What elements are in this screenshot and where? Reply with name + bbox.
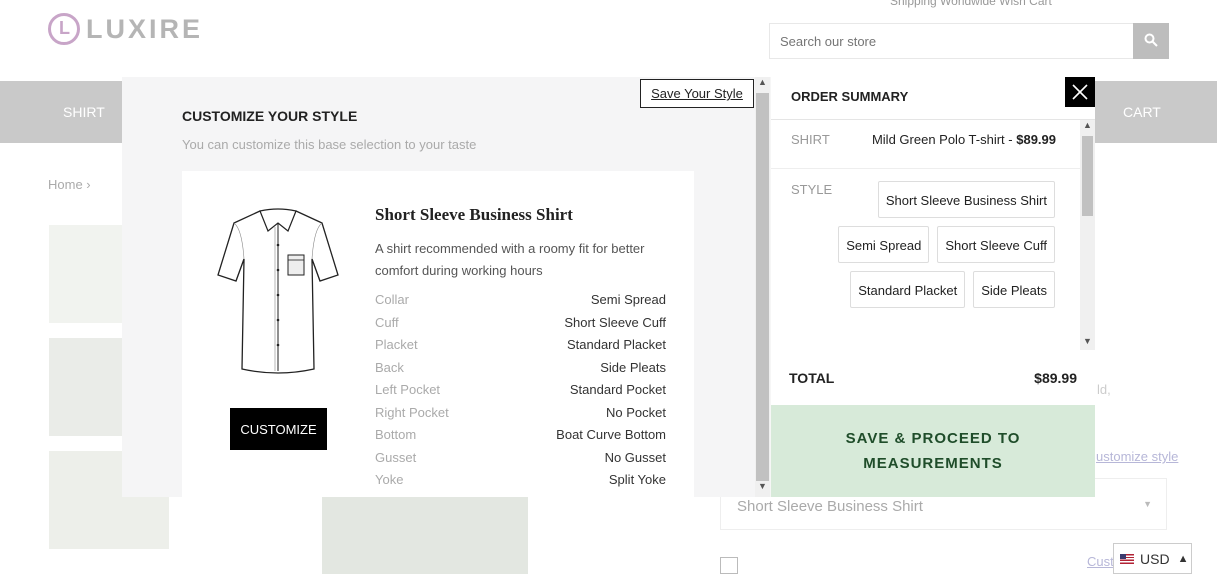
shirt-illustration-icon [217, 208, 339, 374]
spec-label: Gusset [375, 449, 417, 465]
product-main-image [322, 496, 528, 574]
scroll-down-icon[interactable]: ▼ [758, 481, 767, 491]
customize-link[interactable]: Cust [1087, 554, 1114, 569]
style-chip: Standard Placket [850, 271, 966, 308]
spec-row-gusset: Gusset No Gusset [375, 450, 666, 473]
spec-row-right-pocket: Right Pocket No Pocket [375, 405, 666, 428]
customize-panel-scrollbar[interactable]: ▲ ▼ [755, 77, 770, 497]
logo-text: LUXIRE [86, 13, 204, 44]
spec-label: Left Pocket [375, 382, 441, 397]
scroll-up-icon[interactable]: ▲ [758, 77, 767, 87]
spec-value: Short Sleeve Cuff [564, 314, 666, 330]
order-shirt-value: Mild Green Polo T-shirt - $89.99 [872, 132, 1056, 147]
spec-value: Side Pleats [600, 359, 666, 375]
order-shirt-label: SHIRT [791, 132, 830, 147]
spec-value: No Gusset [604, 449, 666, 465]
spec-label: Cuff [375, 314, 399, 330]
style-chip: Short Sleeve Business Shirt [877, 181, 1055, 218]
spec-value: Split Yoke [608, 472, 666, 487]
product-description-fragment: ld, [1097, 382, 1111, 397]
style-spec-list: Collar Semi Spread Cuff Short Sleeve Cuff … [375, 292, 666, 495]
scrollbar-thumb[interactable] [1082, 136, 1093, 216]
order-shirt-name: Mild Green Polo T-shirt - [871, 132, 1017, 147]
spec-label: Yoke [375, 472, 404, 487]
spec-row-left-pocket: Left Pocket Standard Pocket [375, 382, 666, 405]
style-select-value: Short Sleeve Business Shirt [737, 498, 923, 515]
search-button[interactable] [1133, 23, 1169, 59]
order-summary-title: ORDER SUMMARY [791, 89, 909, 104]
spec-value: Standard Pocket [569, 382, 666, 397]
style-description: A shirt recommended with a roomy fit for… [375, 241, 645, 278]
breadcrumb[interactable]: Home › [48, 177, 91, 192]
scrollbar-thumb[interactable] [756, 93, 769, 481]
style-name: Short Sleeve Business Shirt [375, 205, 573, 224]
spec-row-bottom: Bottom Boat Curve Bottom [375, 427, 666, 450]
proceed-label-line1: SAVE & PROCEED TO [845, 430, 1021, 447]
search-bar [769, 23, 1169, 59]
spec-row-collar: Collar Semi Spread [375, 292, 666, 315]
top-strip-links[interactable]: Shipping Worldwide Wish Cart [890, 0, 1052, 8]
close-icon [1072, 84, 1088, 100]
order-shirt-price: $89.99 [1016, 132, 1056, 147]
spec-row-placket: Placket Standard Placket [375, 337, 666, 360]
customize-panel: CUSTOMIZE YOUR STYLE You can customize t… [122, 77, 755, 497]
currency-selector[interactable]: USD ▲ [1113, 543, 1192, 574]
spec-value: No Pocket [606, 404, 666, 420]
search-input[interactable] [769, 23, 1133, 59]
order-style-label: STYLE [791, 182, 833, 197]
proceed-label: SAVE & PROCEED TO MEASUREMENTS [846, 426, 1021, 476]
customize-subtitle: You can customize this base selection to… [182, 137, 477, 152]
spec-row-yoke: Yoke Split Yoke [375, 472, 666, 495]
spec-row-cuff: Cuff Short Sleeve Cuff [375, 315, 666, 338]
order-summary-scrollbar[interactable]: ▲ ▼ [1080, 120, 1095, 350]
spec-value: Semi Spread [590, 292, 666, 307]
spec-row-back: Back Side Pleats [375, 360, 666, 383]
currency-code: USD [1140, 550, 1170, 567]
divider [771, 168, 1080, 169]
style-chip: Short Sleeve Cuff [937, 226, 1055, 263]
spec-label: Placket [375, 337, 418, 352]
spec-label: Collar [375, 292, 409, 307]
proceed-label-line2: MEASUREMENTS [863, 455, 1003, 472]
order-total-row: TOTAL $89.99 [771, 350, 1095, 405]
chevron-up-icon: ▲ [1177, 552, 1189, 565]
product-thumbnail[interactable] [49, 225, 129, 323]
us-flag-icon [1120, 553, 1134, 564]
total-value: $89.99 [1034, 369, 1077, 386]
spec-value: Standard Placket [566, 337, 666, 352]
customize-title: CUSTOMIZE YOUR STYLE [182, 108, 358, 124]
order-shirt-row: SHIRT Mild Green Polo T-shirt - $89.99 [791, 132, 1056, 147]
save-your-style-button[interactable]: Save Your Style [640, 79, 754, 108]
style-chip: Side Pleats [973, 271, 1055, 308]
edit-note-icon [720, 557, 738, 574]
customize-modal: CUSTOMIZE YOUR STYLE You can customize t… [122, 77, 1095, 497]
style-chips: Short Sleeve Business Shirt Semi Spread … [831, 181, 1055, 308]
close-button[interactable] [1065, 77, 1095, 107]
style-chip: Semi Spread [838, 226, 930, 263]
save-proceed-measurements-button[interactable]: SAVE & PROCEED TO MEASUREMENTS [771, 405, 1095, 497]
site-logo[interactable]: LUXIRE [48, 13, 203, 45]
customize-button[interactable]: CUSTOMIZE [230, 408, 327, 450]
spec-label: Bottom [375, 427, 417, 442]
scroll-up-icon[interactable]: ▲ [1083, 120, 1092, 130]
spec-value: Boat Curve Bottom [556, 427, 666, 442]
total-label: TOTAL [789, 369, 835, 386]
logo-mark-icon [48, 13, 80, 45]
nav-item-cart[interactable]: CART [1123, 104, 1161, 120]
spec-label: Right Pocket [375, 404, 449, 420]
order-summary-list: SHIRT Mild Green Polo T-shirt - $89.99 S… [771, 120, 1080, 350]
spec-label: Back [375, 359, 404, 375]
chevron-down-icon: ▼ [1143, 499, 1152, 509]
order-summary-panel: ORDER SUMMARY SHIRT Mild Green Polo T-sh… [771, 77, 1095, 497]
scroll-down-icon[interactable]: ▼ [1083, 336, 1092, 346]
customize-style-link[interactable]: ustomize style [1096, 449, 1178, 464]
nav-item-shirt[interactable]: SHIRT [63, 104, 105, 120]
search-icon [1144, 33, 1158, 47]
style-card: CUSTOMIZE Short Sleeve Business Shirt A … [182, 171, 694, 497]
